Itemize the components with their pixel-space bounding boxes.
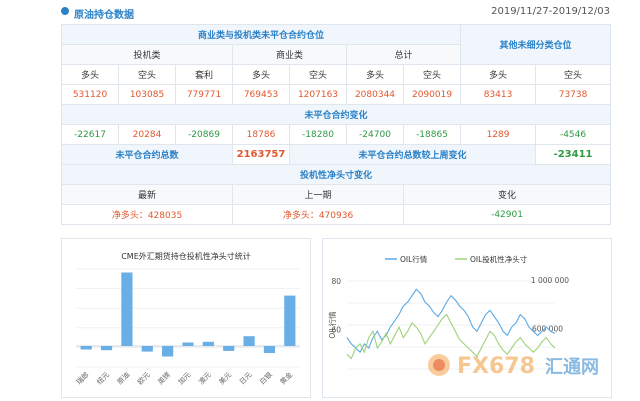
position-cell: 2090019 <box>402 84 462 105</box>
fx678-logo: FX678 汇通网 <box>428 354 599 379</box>
column-header: 多头 <box>346 64 404 85</box>
bar <box>284 295 296 346</box>
bar <box>162 346 174 357</box>
watermark-brand: FX678 <box>457 354 535 379</box>
bar-tick-label: 原油 <box>115 370 131 386</box>
change-cell: 1289 <box>460 124 537 145</box>
positions-row: 531120 103085 779771 769453 1207163 2080… <box>61 84 612 105</box>
position-cell: 73738 <box>535 84 612 105</box>
column-header: 空头 <box>402 64 462 85</box>
column-header: 空头 <box>289 64 347 85</box>
spec-col-change: 变化 <box>402 184 612 205</box>
spec-values-row: 净多头：428035 净多头：470936 -42901 <box>61 204 612 225</box>
bar-tick-label: 美元 <box>217 370 233 386</box>
weekly-change-label: 未平仓合约总数较上周变化 <box>288 144 537 165</box>
column-header: 空头 <box>118 64 176 85</box>
position-cell: 531120 <box>61 84 119 105</box>
position-cell: 2080344 <box>346 84 404 105</box>
spec-title: 投机性净头寸变化 <box>60 164 612 185</box>
change-cell: -20869 <box>175 124 233 145</box>
bar <box>100 346 113 351</box>
bar-tick-label: 欧元 <box>135 370 151 386</box>
bar-tick-label: 英镑 <box>156 370 172 386</box>
position-cell: 103085 <box>118 84 176 105</box>
position-cell: 769453 <box>232 84 290 105</box>
position-cell: 83413 <box>460 84 537 105</box>
spec-header-row: 最新 上一期 变化 <box>61 184 612 205</box>
positions-table: 商业类与投机类未平仓合约仓位 其他未细分类仓位 投机类 商业类 总计 多头 空头… <box>60 24 612 225</box>
bar-tick-label: 黄金 <box>278 370 294 386</box>
bar <box>141 346 153 352</box>
sub-group-total: 总计 <box>345 44 462 65</box>
bar <box>202 341 214 346</box>
spec-previous: 净多头：470936 <box>232 204 404 225</box>
y-axis-label: OIL行情 <box>327 311 337 339</box>
change-cell: 18786 <box>232 124 290 145</box>
change-cell: -18865 <box>402 124 462 145</box>
changes-row: -22617 20284 -20869 18786 -18280 -24700 … <box>61 124 612 145</box>
weekly-change-value: -23411 <box>535 144 612 165</box>
bar-tick-label: 日元 <box>238 371 254 387</box>
column-header: 多头 <box>460 64 537 85</box>
change-cell: -4546 <box>535 124 612 145</box>
position-cell: 779771 <box>175 84 233 105</box>
page-header: 原油持仓数据 2019/11/27-2019/12/03 <box>0 0 640 24</box>
left-tick-label: 80 <box>331 277 341 286</box>
totals-row: 未平仓合约总数 2163757 未平仓合约总数较上周变化 -23411 <box>61 144 612 165</box>
legend-label: OIL投机性净头寸 <box>470 254 528 264</box>
other-title: 其他未细分类仓位 <box>460 24 612 65</box>
bar-chart-panel: CME外汇期货持仓投机性净头寸统计 瑞郎 纽元 原油 欧元 英镑 加元 澳元 美元 日元 白银 黄金 <box>61 238 311 398</box>
bar-chart-title: CME外汇期货持仓投机性净头寸统计 <box>121 251 251 261</box>
column-header: 套利 <box>175 64 233 85</box>
spec-col-latest: 最新 <box>61 184 233 205</box>
bar-tick-label: 加元 <box>176 370 192 386</box>
legend-label: OIL行情 <box>400 254 428 264</box>
position-cell: 1207163 <box>289 84 347 105</box>
column-header: 多头 <box>232 64 290 85</box>
change-cell: -22617 <box>61 124 119 145</box>
column-header-row: 多头 空头 套利 多头 空头 多头 空头 多头 空头 <box>61 64 612 85</box>
change-cell: -24700 <box>346 124 404 145</box>
bar-tick-label: 澳元 <box>197 370 213 386</box>
sub-group-commercial: 商业类 <box>232 44 347 65</box>
change-cell: 20284 <box>118 124 176 145</box>
date-range: 2019/11/27-2019/12/03 <box>491 6 610 17</box>
bar <box>223 346 235 351</box>
page-title: 原油持仓数据 <box>74 10 134 21</box>
right-tick-label: 1 000 000 <box>531 276 569 285</box>
bar-tick-label: 瑞郎 <box>74 370 90 386</box>
bar <box>80 346 92 350</box>
watermark: FX678 汇通网 <box>425 345 625 385</box>
column-header: 多头 <box>61 64 119 85</box>
total-value: 2163757 <box>232 144 290 165</box>
column-header: 空头 <box>535 64 612 85</box>
spec-latest: 净多头：428035 <box>61 204 233 225</box>
bar <box>121 272 133 346</box>
bar-tick-label: 白银 <box>258 370 274 386</box>
total-label: 未平仓合约总数 <box>61 144 233 165</box>
bar-tick-label: 纽元 <box>95 370 111 386</box>
watermark-sub: 汇通网 <box>545 357 599 378</box>
change-title: 未平仓合约变化 <box>60 104 612 125</box>
bar <box>182 342 194 346</box>
sub-group-speculative: 投机类 <box>61 44 233 65</box>
bar <box>243 336 255 346</box>
spec-col-previous: 上一期 <box>232 184 404 205</box>
bar-chart: CME外汇期货持仓投机性净头寸统计 瑞郎 纽元 原油 欧元 英镑 加元 澳元 美元 日元 白银 黄金 <box>74 251 300 387</box>
group-title: 商业类与投机类未平仓合约仓位 <box>60 24 462 45</box>
spec-change: -42901 <box>402 204 612 225</box>
bar <box>263 346 276 353</box>
change-cell: -18280 <box>289 124 347 145</box>
